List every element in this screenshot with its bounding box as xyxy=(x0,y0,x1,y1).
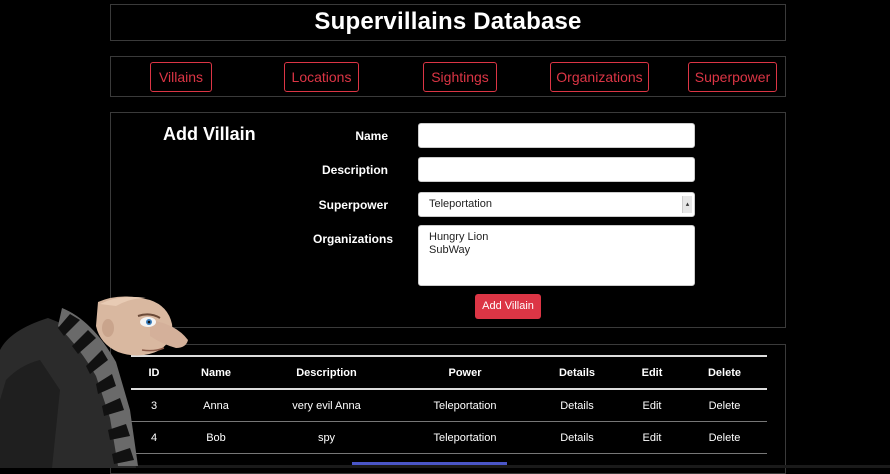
col-header-description: Description xyxy=(296,366,357,379)
title-panel: Supervillains Database xyxy=(110,4,786,41)
organization-option[interactable]: SubWay xyxy=(429,244,684,257)
cell-power: Teleportation xyxy=(433,431,497,444)
col-header-details: Details xyxy=(558,366,596,379)
gru-character-image xyxy=(0,296,188,468)
villains-table: ID Name Description Power Details Edit D… xyxy=(131,355,767,454)
name-label: Name xyxy=(355,129,388,143)
delete-link[interactable]: Delete xyxy=(682,389,767,422)
nav-superpower-button[interactable]: Superpower xyxy=(688,62,777,92)
table-header-row: ID Name Description Power Details Edit D… xyxy=(131,356,767,389)
delete-link[interactable]: Delete xyxy=(682,422,767,454)
nav-locations-button[interactable]: Locations xyxy=(284,62,359,92)
cell-description: spy xyxy=(317,431,336,444)
nav-villains-button[interactable]: Villains xyxy=(150,62,212,92)
description-input[interactable] xyxy=(418,157,695,182)
form-title: Add Villain xyxy=(163,124,256,144)
dropdown-caret-icon[interactable]: ▴ xyxy=(682,196,692,213)
edit-link[interactable]: Edit xyxy=(622,389,682,422)
details-link[interactable]: Details xyxy=(532,422,622,454)
cell-power: Teleportation xyxy=(433,399,497,412)
organizations-label: Organizations xyxy=(312,232,393,246)
table-row: 3 Anna very evil Anna Teleportation Deta… xyxy=(131,389,767,422)
nav-bar: Villains Locations Sightings Organizatio… xyxy=(110,56,786,97)
superpower-label: Superpower xyxy=(318,198,388,212)
description-label: Description xyxy=(321,163,388,177)
add-villain-button[interactable]: Add Villain xyxy=(475,294,541,319)
name-input[interactable] xyxy=(418,123,695,148)
superpower-selected-value: Teleportation xyxy=(429,198,492,210)
page-title: Supervillains Database xyxy=(314,8,582,35)
details-link[interactable]: Details xyxy=(532,389,622,422)
superpower-select[interactable]: Teleportation ▴ xyxy=(418,192,695,217)
col-header-delete: Delete xyxy=(707,366,742,379)
table-row: 4 Bob spy Teleportation Details Edit Del… xyxy=(131,422,767,454)
organization-option[interactable]: Hungry Lion xyxy=(429,231,684,244)
nav-sightings-button[interactable]: Sightings xyxy=(423,62,497,92)
col-header-edit: Edit xyxy=(641,366,663,379)
edit-link[interactable]: Edit xyxy=(622,422,682,454)
add-villain-form: Add Villain Name Description Superpower … xyxy=(110,112,786,328)
col-header-power: Power xyxy=(448,366,482,379)
cell-description: very evil Anna xyxy=(292,399,361,412)
nav-organizations-button[interactable]: Organizations xyxy=(550,62,649,92)
villains-table-panel: ID Name Description Power Details Edit D… xyxy=(110,344,786,474)
organizations-multiselect[interactable]: Hungry Lion SubWay xyxy=(418,225,695,286)
